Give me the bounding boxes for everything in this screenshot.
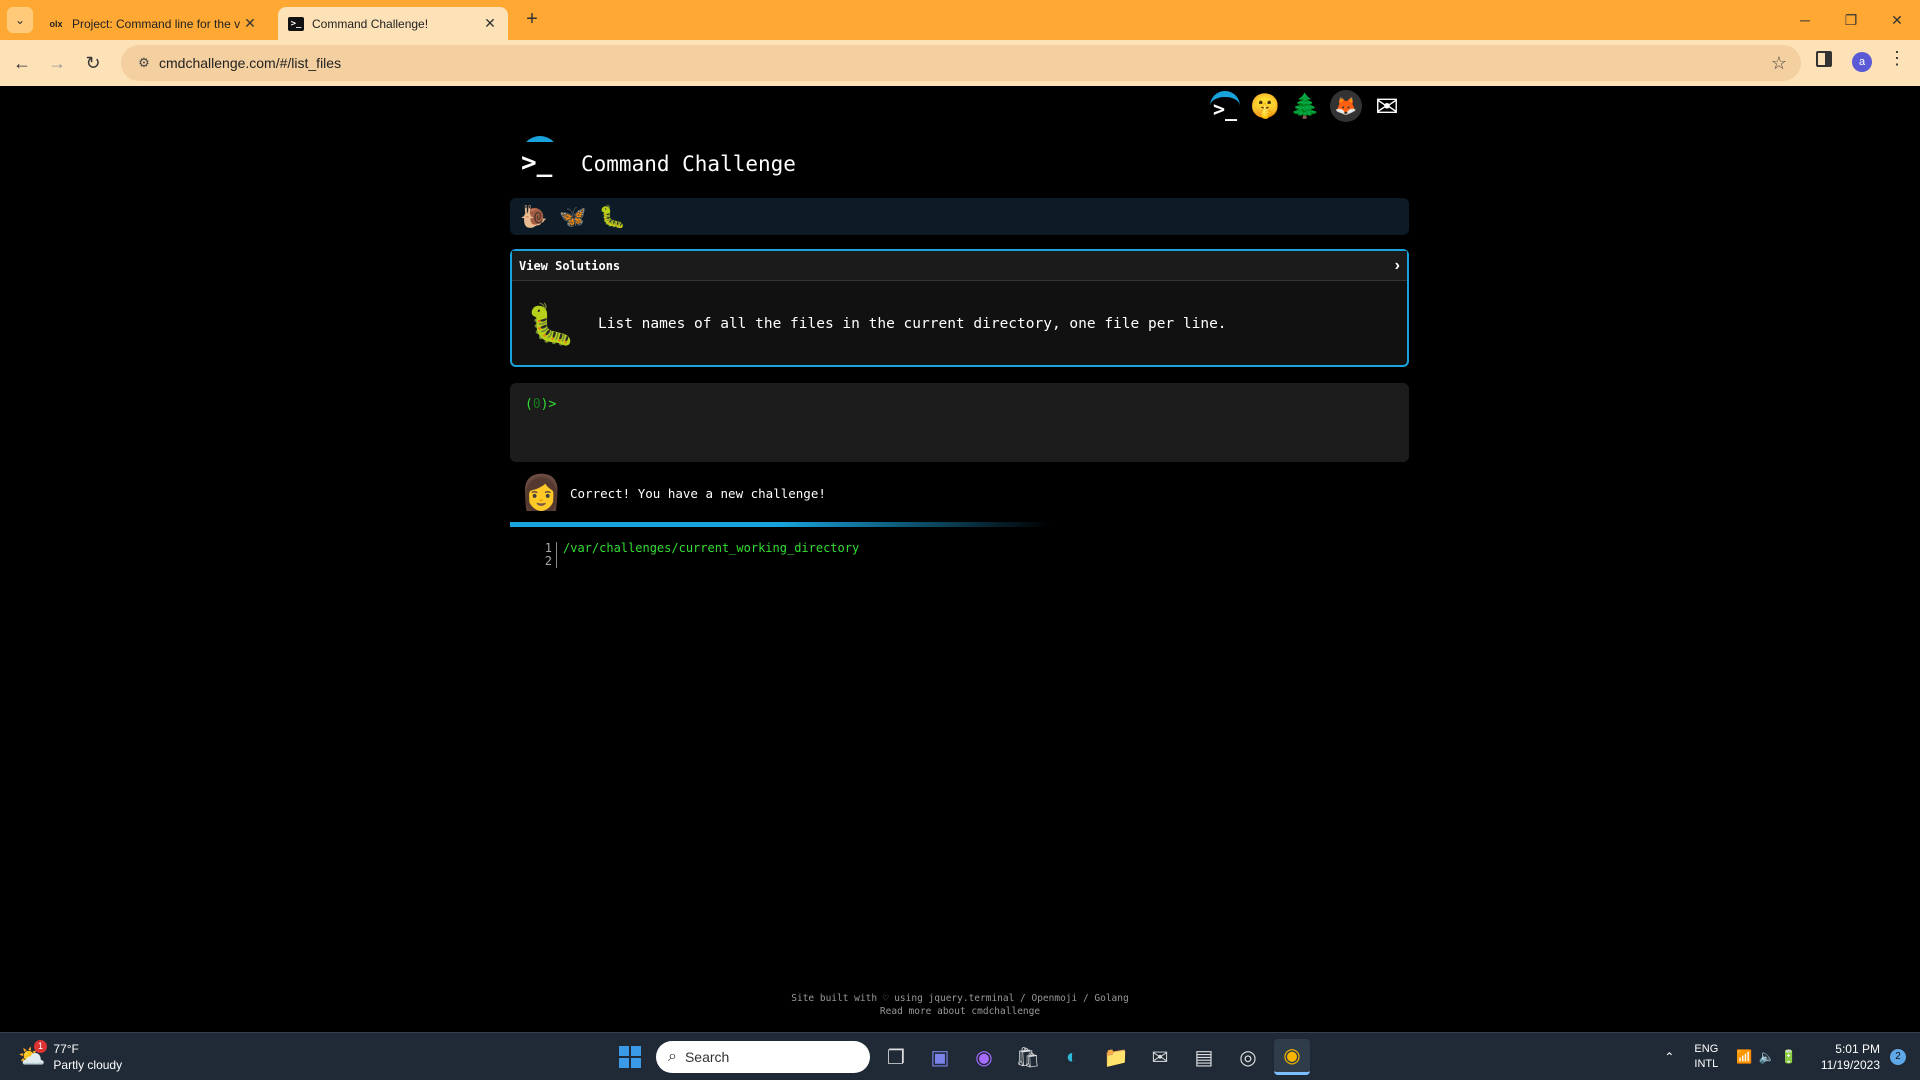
woman-avatar-icon: 👩 — [520, 474, 563, 512]
task-view-icon[interactable]: ❐ — [878, 1039, 914, 1075]
file-explorer-icon[interactable]: 📁 — [1098, 1039, 1134, 1075]
prompt-close: )> — [540, 397, 557, 412]
taskbar-apps: ⌕ Search ❐ ▣ ◉ 🛍 ◐ 📁 ✉ ▤ ◎ ◉ — [612, 1039, 1310, 1075]
edge-icon[interactable]: ◐ — [1054, 1039, 1090, 1075]
side-panel-icon[interactable] — [1816, 51, 1832, 67]
restore-button[interactable]: ❐ — [1828, 0, 1874, 40]
messenger-icon[interactable]: ◉ — [966, 1039, 1002, 1075]
chevron-right-icon: › — [1394, 256, 1400, 274]
page-content: >_ 🤫 🌲 🦊 ✉ >_ Command Challenge 🐌 🦋 🐛 Vi… — [0, 86, 1920, 1032]
search-icon: ⌕ — [668, 1048, 677, 1065]
terminal-logo-icon[interactable]: >_ — [1210, 91, 1240, 121]
tree-icon[interactable]: 🌲 — [1290, 91, 1320, 121]
clock-date: 11/19/2023 — [1820, 1058, 1880, 1072]
network-volume-battery-icons[interactable]: 📶🔈🔋 — [1736, 1049, 1803, 1065]
tab-title: Command Challenge! — [312, 16, 429, 31]
weather-badge: 1 — [34, 1040, 47, 1053]
emoji-icon[interactable]: 🤫 — [1250, 91, 1280, 121]
partly-cloudy-icon: ⛅ 1 — [18, 1040, 47, 1069]
store-icon[interactable]: 🛍 — [1010, 1039, 1046, 1075]
output-text: /var/challenges/current_working_director… — [563, 541, 860, 555]
new-tab-button[interactable]: + — [520, 8, 544, 32]
site-info-icon[interactable]: ⚙ — [129, 55, 159, 71]
back-button[interactable]: ← — [10, 51, 34, 75]
terminal-input[interactable]: (0)> — [510, 383, 1409, 462]
minimize-button[interactable]: ─ — [1782, 0, 1828, 40]
caterpillar-icon: 🐛 — [526, 302, 576, 347]
mail-icon[interactable]: ✉ — [1372, 91, 1402, 122]
mail-app-icon[interactable]: ✉ — [1142, 1039, 1178, 1075]
feedback-underline — [510, 522, 1050, 527]
prompt-score: 0 — [532, 397, 541, 412]
chevron-up-icon[interactable]: ⌃ — [1664, 1050, 1674, 1064]
weather-desc: Partly cloudy — [53, 1058, 123, 1072]
footer-about-link[interactable]: Read more about cmdchallenge — [0, 1005, 1920, 1018]
gutter-divider — [556, 542, 557, 555]
feedback-text: Correct! You have a new challenge! — [570, 485, 826, 501]
tab-command-challenge[interactable]: >_ Command Challenge! ✕ — [278, 7, 508, 40]
butterfly-icon[interactable]: 🦋 — [559, 204, 586, 230]
footer-credits: Site built with ♡ using jquery.terminal … — [791, 993, 1129, 1004]
gitlab-icon[interactable]: 🦊 — [1330, 90, 1362, 122]
notification-badge[interactable]: 2 — [1890, 1049, 1906, 1065]
tab-project[interactable]: olx Project: Command line for the v ✕ — [38, 7, 268, 40]
terminal-app-icon[interactable]: ▤ — [1186, 1039, 1222, 1075]
olx-favicon-icon: olx — [49, 18, 63, 29]
taskbar-search[interactable]: ⌕ Search — [656, 1041, 870, 1073]
chrome-icon[interactable]: ◉ — [1274, 1039, 1310, 1075]
bookmark-star-icon[interactable]: ☆ — [1771, 53, 1787, 74]
address-bar[interactable]: ⚙ cmdchallenge.com/#/list_files ☆ — [121, 45, 1801, 81]
system-tray: ⌃ ENG INTL 📶🔈🔋 5:01 PM 11/19/2023 2 — [1664, 1033, 1920, 1080]
windows-logo-icon — [619, 1046, 641, 1068]
close-tab-icon[interactable]: ✕ — [482, 15, 498, 32]
teams-icon[interactable]: ▣ — [922, 1039, 958, 1075]
page-title: Command Challenge — [581, 152, 796, 176]
start-button[interactable] — [612, 1039, 648, 1075]
browser-toolbar: ← → ↻ ⚙ cmdchallenge.com/#/list_files ☆ — [0, 40, 1920, 86]
snail-icon[interactable]: 🐌 — [520, 204, 547, 230]
forward-button[interactable]: → — [45, 51, 69, 75]
challenge-panel: View Solutions › 🐛 List names of all the… — [510, 249, 1409, 367]
challenge-text: List names of all the files in the curre… — [598, 316, 1227, 332]
gutter-divider — [556, 555, 557, 568]
windows-taskbar: ⛅ 1 77°F Partly cloudy ⌕ Search ❐ ▣ ◉ 🛍 ◐… — [0, 1032, 1920, 1080]
caterpillar-icon[interactable]: 🐛 — [599, 204, 626, 230]
reload-button[interactable]: ↻ — [81, 51, 105, 75]
output-line: 1 /var/challenges/current_working_direct… — [540, 542, 859, 555]
view-solutions-toggle[interactable]: View Solutions › — [512, 251, 1407, 281]
command-output: 1 /var/challenges/current_working_direct… — [540, 542, 859, 568]
challenge-description: 🐛 List names of all the files in the cur… — [512, 281, 1407, 367]
tab-search-button[interactable]: ⌄ — [7, 7, 33, 33]
language-indicator[interactable]: ENG INTL — [1694, 1042, 1718, 1072]
challenge-progress-bar: 🐌 🦋 🐛 — [510, 198, 1409, 235]
site-logo[interactable]: >_ — [519, 136, 561, 178]
header-icon-links: >_ 🤫 🌲 🦊 ✉ — [1210, 90, 1402, 122]
language-code: ENG — [1694, 1043, 1719, 1055]
clock[interactable]: 5:01 PM 11/19/2023 — [1821, 1041, 1880, 1073]
page-footer: Site built with ♡ using jquery.terminal … — [0, 992, 1920, 1018]
close-tab-icon[interactable]: ✕ — [242, 15, 258, 32]
feedback-message: 👩 Correct! You have a new challenge! — [520, 473, 826, 513]
keyboard-layout: INTL — [1694, 1058, 1719, 1070]
browser-menu-icon[interactable]: ⋮ — [1888, 48, 1906, 69]
profile-avatar[interactable]: a — [1852, 52, 1872, 72]
view-solutions-label: View Solutions — [519, 258, 621, 273]
weather-widget[interactable]: ⛅ 1 77°F Partly cloudy — [18, 1040, 123, 1073]
terminal-prompt-icon: >_ — [521, 148, 553, 178]
line-number: 2 — [544, 554, 552, 568]
weather-temp: 77°F — [53, 1042, 79, 1056]
clock-time: 5:01 PM — [1835, 1042, 1880, 1056]
terminal-favicon-icon: >_ — [288, 16, 304, 31]
browser-tab-bar: ⌄ olx Project: Command line for the v ✕ … — [0, 0, 1920, 40]
output-line: 2 — [540, 555, 859, 568]
url-text: cmdchallenge.com/#/list_files — [159, 55, 342, 71]
close-window-button[interactable]: ✕ — [1874, 0, 1920, 40]
prompt-open: ( — [525, 397, 533, 412]
search-placeholder: Search — [684, 1049, 730, 1065]
tab-title: Project: Command line for the v — [72, 16, 241, 31]
obs-icon[interactable]: ◎ — [1230, 1039, 1266, 1075]
